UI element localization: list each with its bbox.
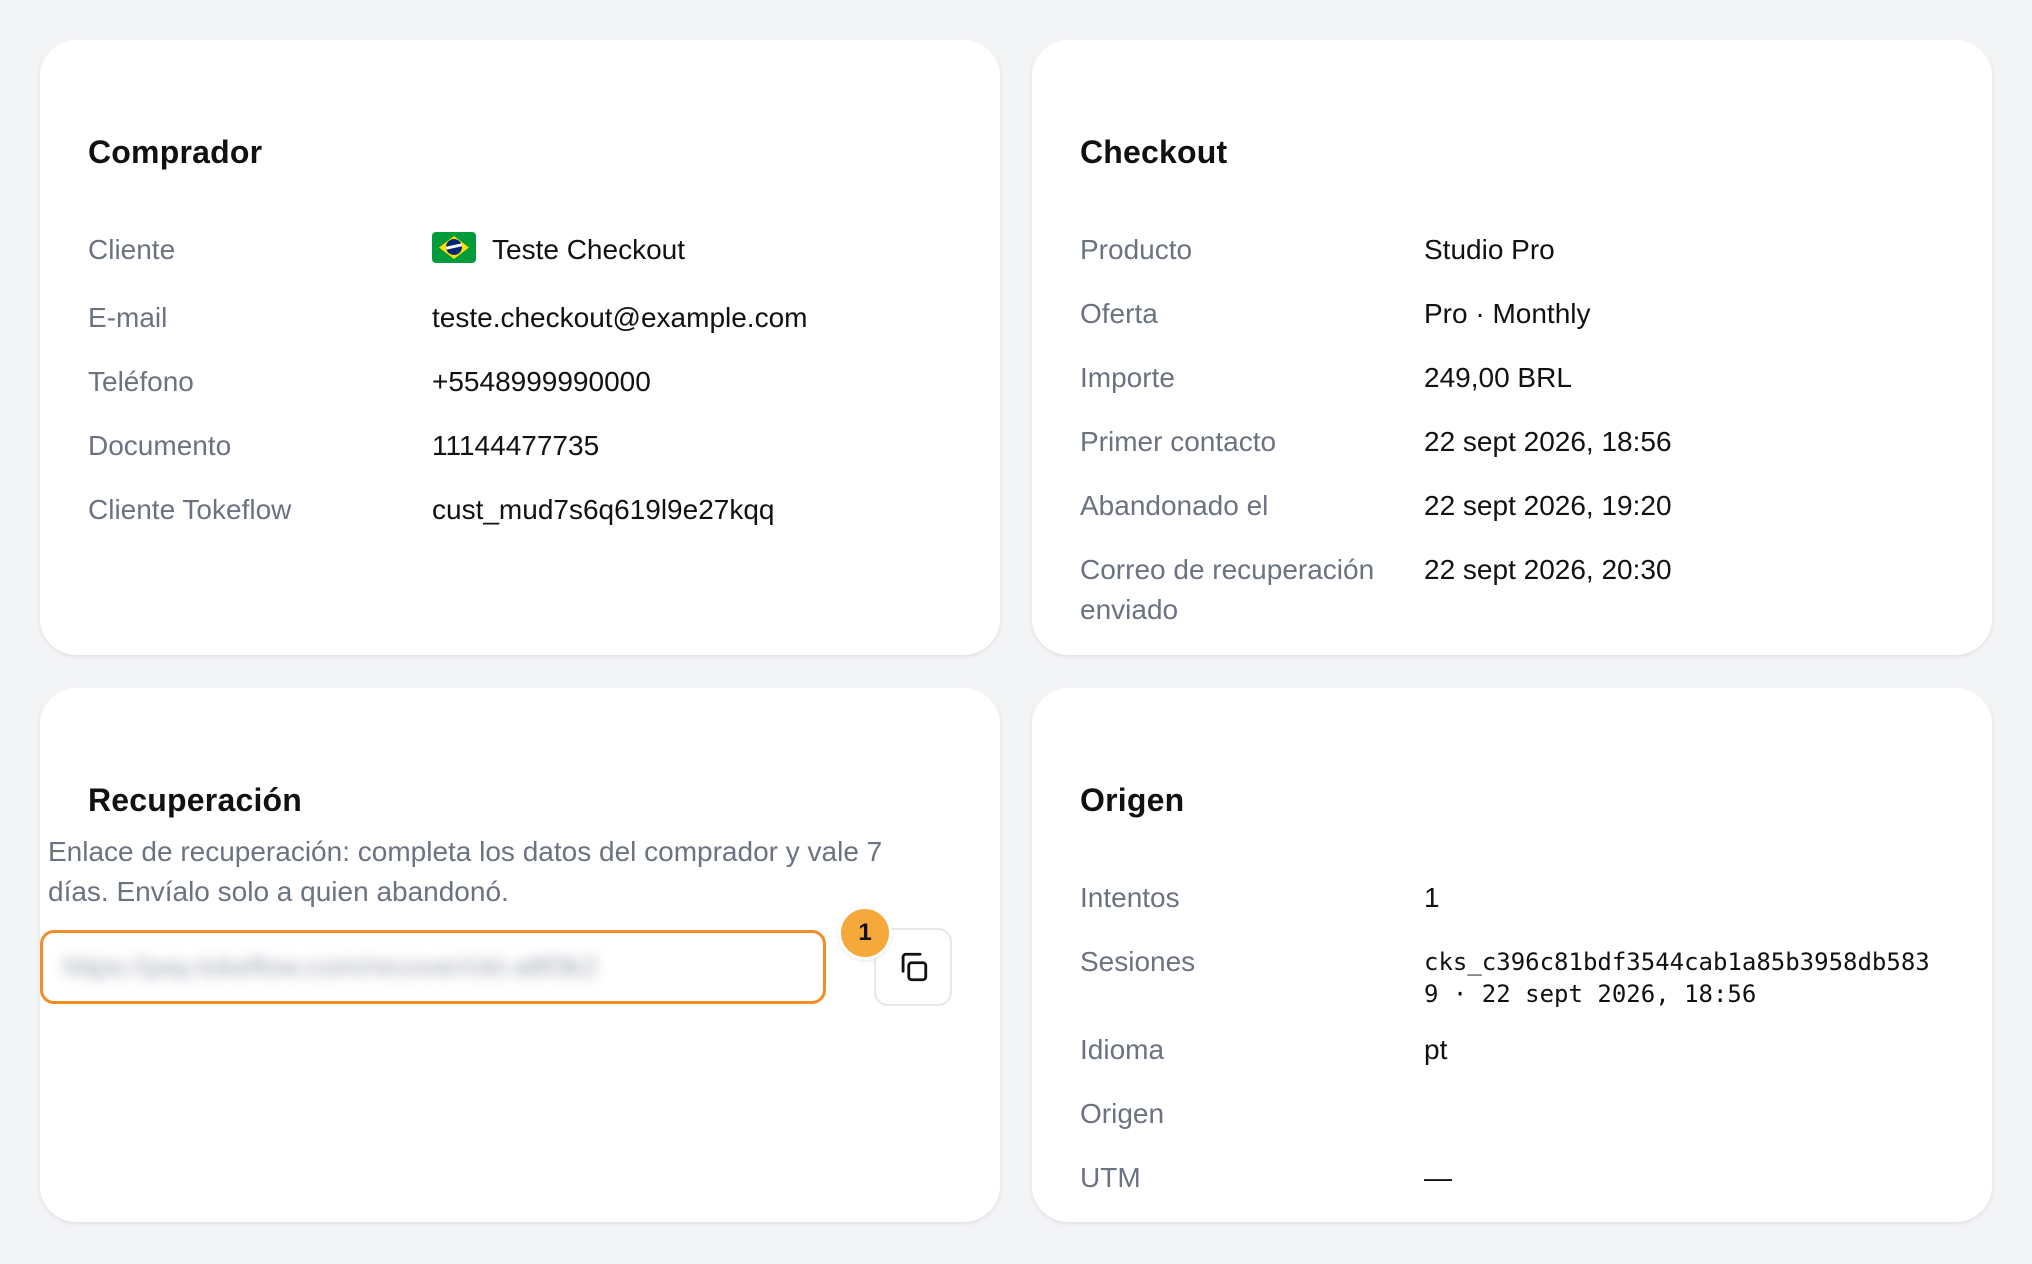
detail-row-producto: Producto Studio Pro <box>1080 230 1944 294</box>
checkout-title: Checkout <box>1080 134 1228 170</box>
detail-label: Cliente Tokeflow <box>88 494 292 525</box>
detail-value: 22 sept 2026, 20:30 <box>1424 554 1672 585</box>
detail-value: teste.checkout@example.com <box>432 302 808 333</box>
recovery-link-value: https://pay.tokeflow.com/recover/ckt-a8f… <box>63 951 598 982</box>
detail-label: Teléfono <box>88 366 194 397</box>
cliente-name: Teste Checkout <box>492 234 685 265</box>
detail-value: pt <box>1424 1034 1448 1065</box>
detail-label: UTM <box>1080 1162 1141 1193</box>
copy-icon <box>901 952 928 982</box>
origen-card: Origen Intentos 1 Sesiones cks_c396c81bd… <box>1032 688 1992 1222</box>
detail-row-oferta: Oferta Pro · Monthly <box>1080 294 1944 358</box>
comprador-card: Comprador Cliente Teste Checkout E-mail … <box>40 40 1000 655</box>
detail-label: Primer contacto <box>1080 426 1277 457</box>
detail-value: Studio Pro <box>1424 234 1555 265</box>
recovery-description: Enlace de recuperación: completa los dat… <box>48 836 883 907</box>
origen-details: Intentos 1 Sesiones cks_c396c81bdf3544ca… <box>1080 878 1944 1198</box>
detail-row-email: E-mail teste.checkout@example.com <box>88 298 952 362</box>
detail-label: Origen <box>1080 1098 1165 1129</box>
session-id-value: cks_c396c81bdf3544cab1a85b3958db5839 · 2… <box>1424 948 1930 1008</box>
detail-value: 22 sept 2026, 19:20 <box>1424 490 1672 521</box>
detail-row-idioma: Idioma pt <box>1080 1030 1944 1094</box>
detail-label: Correo de recuperación enviado <box>1080 554 1375 625</box>
detail-label: Cliente <box>88 234 176 265</box>
recuperacion-title: Recuperación <box>88 782 303 818</box>
detail-row-primer-contacto: Primer contacto 22 sept 2026, 18:56 <box>1080 422 1944 486</box>
detail-label: Producto <box>1080 234 1193 265</box>
detail-value: Pro · Monthly <box>1424 298 1591 329</box>
detail-value: +5548999990000 <box>432 366 651 397</box>
detail-row-origen: Origen <box>1080 1094 1944 1158</box>
detail-label: Idioma <box>1080 1034 1165 1065</box>
detail-row-importe: Importe 249,00 BRL <box>1080 358 1944 422</box>
detail-label: E-mail <box>88 302 168 333</box>
detail-row-cliente-tokeflow: Cliente Tokeflow cust_mud7s6q619l9e27kqq <box>88 490 952 530</box>
detail-value: — <box>1424 1162 1452 1193</box>
detail-row-documento: Documento 11144477735 <box>88 426 952 490</box>
detail-value: cust_mud7s6q619l9e27kqq <box>432 494 775 525</box>
detail-row-utm: UTM — <box>1080 1158 1944 1198</box>
detail-row-telefono: Teléfono +5548999990000 <box>88 362 952 426</box>
detail-label: Intentos <box>1080 882 1180 913</box>
detail-label: Importe <box>1080 362 1175 393</box>
detail-row-correo-recuperacion: Correo de recuperación enviado 22 sept 2… <box>1080 550 1944 630</box>
checkout-card: Checkout Producto Studio Pro Oferta Pro … <box>1032 40 1992 655</box>
detail-value: Teste Checkout <box>432 230 952 270</box>
checkout-details: Producto Studio Pro Oferta Pro · Monthly… <box>1080 230 1944 630</box>
detail-row-sesiones: Sesiones cks_c396c81bdf3544cab1a85b3958d… <box>1080 942 1944 1030</box>
detail-row-abandonado: Abandonado el 22 sept 2026, 19:20 <box>1080 486 1944 550</box>
detail-row-intentos: Intentos 1 <box>1080 878 1944 942</box>
recovery-link-field[interactable]: https://pay.tokeflow.com/recover/ckt-a8f… <box>40 930 826 1004</box>
brazil-flag-icon <box>432 232 476 263</box>
detail-value <box>1424 1094 1944 1134</box>
detail-value: 11144477735 <box>432 430 600 461</box>
step-badge: 1 <box>838 906 892 960</box>
comprador-details: Cliente Teste Checkout E-mail teste.chec… <box>88 230 952 530</box>
detail-label: Oferta <box>1080 298 1158 329</box>
detail-value: 22 sept 2026, 18:56 <box>1424 426 1672 457</box>
detail-label: Abandonado el <box>1080 490 1269 521</box>
detail-label: Documento <box>88 430 232 461</box>
detail-label: Sesiones <box>1080 946 1196 977</box>
detail-value: 1 <box>1424 882 1440 913</box>
origen-title: Origen <box>1080 782 1185 818</box>
detail-row-cliente: Cliente Teste Checkout <box>88 230 952 298</box>
detail-value: 249,00 BRL <box>1424 362 1572 393</box>
comprador-title: Comprador <box>88 134 263 170</box>
